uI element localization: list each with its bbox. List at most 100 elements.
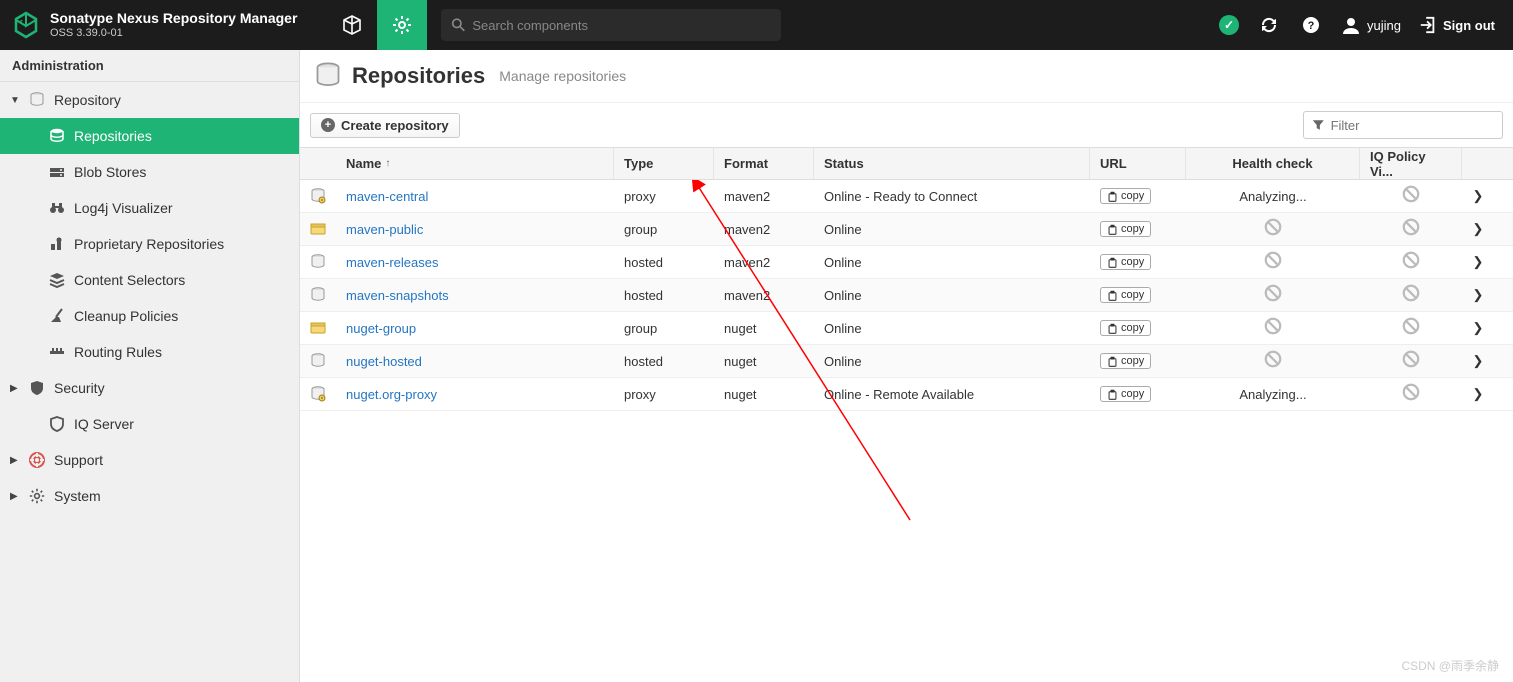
clipboard-icon bbox=[1107, 323, 1118, 334]
col-header-format[interactable]: Format bbox=[714, 148, 814, 179]
repo-name-link[interactable]: maven-central bbox=[346, 189, 428, 204]
table-row[interactable]: maven-releases hosted maven2 Online copy… bbox=[300, 246, 1513, 279]
repo-name-link[interactable]: maven-releases bbox=[346, 255, 439, 270]
copy-url-button[interactable]: copy bbox=[1100, 221, 1151, 237]
repo-format: maven2 bbox=[714, 246, 814, 278]
toolbar: + Create repository bbox=[300, 103, 1513, 147]
copy-url-button[interactable]: copy bbox=[1100, 386, 1151, 402]
col-header-health[interactable]: Health check bbox=[1186, 148, 1360, 179]
repo-format: nuget bbox=[714, 345, 814, 377]
search-input[interactable] bbox=[472, 18, 771, 33]
chevron-right-icon[interactable]: ❯ bbox=[1473, 188, 1484, 204]
sidebar-item-security[interactable]: ▶ Security bbox=[0, 370, 299, 406]
repo-iq bbox=[1360, 378, 1462, 410]
create-label: Create repository bbox=[341, 118, 449, 133]
database-icon bbox=[314, 62, 342, 90]
repo-type: hosted bbox=[614, 345, 714, 377]
filter-input[interactable] bbox=[1331, 118, 1494, 133]
chevron-right-icon[interactable]: ❯ bbox=[1473, 254, 1484, 270]
sidebar-item-routing[interactable]: Routing Rules bbox=[0, 334, 299, 370]
logo[interactable]: Sonatype Nexus Repository Manager OSS 3.… bbox=[12, 11, 297, 39]
repo-iq bbox=[1360, 213, 1462, 245]
sidebar-item-support[interactable]: ▶ Support bbox=[0, 442, 299, 478]
col-header-iq[interactable]: IQ Policy Vi... bbox=[1360, 148, 1462, 179]
refresh-button[interactable] bbox=[1257, 13, 1281, 37]
cube-icon bbox=[342, 15, 362, 35]
sidebar-item-content-selectors[interactable]: Content Selectors bbox=[0, 262, 299, 298]
repo-type-icon bbox=[310, 221, 326, 237]
page-subtitle: Manage repositories bbox=[499, 68, 626, 84]
copy-url-button[interactable]: copy bbox=[1100, 287, 1151, 303]
copy-url-button[interactable]: copy bbox=[1100, 188, 1151, 204]
caret-down-icon: ▼ bbox=[10, 95, 20, 106]
search-box[interactable] bbox=[441, 9, 781, 41]
sidebar-item-proprietary[interactable]: Proprietary Repositories bbox=[0, 226, 299, 262]
hdd-icon bbox=[48, 164, 66, 180]
table-row[interactable]: maven-snapshots hosted maven2 Online cop… bbox=[300, 279, 1513, 312]
filter-box[interactable] bbox=[1303, 111, 1503, 139]
route-icon bbox=[48, 344, 66, 360]
help-button[interactable] bbox=[1299, 13, 1323, 37]
repo-format: nuget bbox=[714, 312, 814, 344]
repo-name-link[interactable]: nuget.org-proxy bbox=[346, 387, 437, 402]
repo-type: group bbox=[614, 312, 714, 344]
repo-type-icon bbox=[310, 254, 326, 270]
table-row[interactable]: nuget-hosted hosted nuget Online copy ❯ bbox=[300, 345, 1513, 378]
sidebar-item-repository[interactable]: ▼ Repository bbox=[0, 82, 299, 118]
caret-right-icon: ▶ bbox=[10, 491, 20, 502]
sidebar-label: IQ Server bbox=[74, 416, 134, 432]
clipboard-icon bbox=[1107, 191, 1118, 202]
caret-right-icon: ▶ bbox=[10, 455, 20, 466]
sidebar-label: Routing Rules bbox=[74, 344, 162, 360]
sidebar-item-cleanup[interactable]: Cleanup Policies bbox=[0, 298, 299, 334]
sidebar-label: Log4j Visualizer bbox=[74, 200, 173, 216]
clipboard-icon bbox=[1107, 290, 1118, 301]
chevron-right-icon[interactable]: ❯ bbox=[1473, 353, 1484, 369]
chevron-right-icon[interactable]: ❯ bbox=[1473, 287, 1484, 303]
sidebar-item-iq-server[interactable]: IQ Server bbox=[0, 406, 299, 442]
copy-url-button[interactable]: copy bbox=[1100, 320, 1151, 336]
repo-type-icon bbox=[310, 386, 326, 402]
table-row[interactable]: nuget-group group nuget Online copy ❯ bbox=[300, 312, 1513, 345]
repo-type-icon bbox=[310, 353, 326, 369]
repo-name-link[interactable]: maven-public bbox=[346, 222, 423, 237]
repo-type: hosted bbox=[614, 246, 714, 278]
repo-name-link[interactable]: maven-snapshots bbox=[346, 288, 449, 303]
repo-name-link[interactable]: nuget-hosted bbox=[346, 354, 422, 369]
help-icon bbox=[1301, 15, 1321, 35]
user-menu[interactable]: yujing bbox=[1341, 15, 1401, 35]
col-header-status[interactable]: Status bbox=[814, 148, 1090, 179]
chevron-right-icon[interactable]: ❯ bbox=[1473, 386, 1484, 402]
repo-type-icon bbox=[310, 320, 326, 336]
col-header-name[interactable]: Name↑ bbox=[336, 148, 614, 179]
status-ok-icon[interactable]: ✓ bbox=[1219, 15, 1239, 35]
gear-icon bbox=[28, 488, 46, 504]
sidebar-label: Support bbox=[54, 452, 103, 468]
funnel-icon bbox=[1312, 118, 1325, 132]
sidebar-item-repositories[interactable]: Repositories bbox=[0, 118, 299, 154]
table-row[interactable]: maven-public group maven2 Online copy ❯ bbox=[300, 213, 1513, 246]
admin-button[interactable] bbox=[377, 0, 427, 50]
database-icon bbox=[28, 92, 46, 108]
sidebar-item-system[interactable]: ▶ System bbox=[0, 478, 299, 514]
table-row[interactable]: nuget.org-proxy proxy nuget Online - Rem… bbox=[300, 378, 1513, 411]
browse-button[interactable] bbox=[327, 0, 377, 50]
app-version: OSS 3.39.0-01 bbox=[50, 27, 297, 39]
ban-icon bbox=[1264, 350, 1282, 373]
create-repository-button[interactable]: + Create repository bbox=[310, 113, 460, 138]
repository-table: Name↑ Type Format Status URL Health chec… bbox=[300, 147, 1513, 411]
ban-icon bbox=[1402, 185, 1420, 208]
col-header-type[interactable]: Type bbox=[614, 148, 714, 179]
health-analyzing: Analyzing... bbox=[1239, 189, 1306, 204]
chevron-right-icon[interactable]: ❯ bbox=[1473, 320, 1484, 336]
signout-button[interactable]: Sign out bbox=[1419, 16, 1495, 34]
copy-url-button[interactable]: copy bbox=[1100, 353, 1151, 369]
copy-url-button[interactable]: copy bbox=[1100, 254, 1151, 270]
table-row[interactable]: maven-central proxy maven2 Online - Read… bbox=[300, 180, 1513, 213]
col-header-url[interactable]: URL bbox=[1090, 148, 1186, 179]
sidebar-item-blob-stores[interactable]: Blob Stores bbox=[0, 154, 299, 190]
chevron-right-icon[interactable]: ❯ bbox=[1473, 221, 1484, 237]
sidebar-item-log4j[interactable]: Log4j Visualizer bbox=[0, 190, 299, 226]
app-title: Sonatype Nexus Repository Manager bbox=[50, 11, 297, 26]
repo-name-link[interactable]: nuget-group bbox=[346, 321, 416, 336]
